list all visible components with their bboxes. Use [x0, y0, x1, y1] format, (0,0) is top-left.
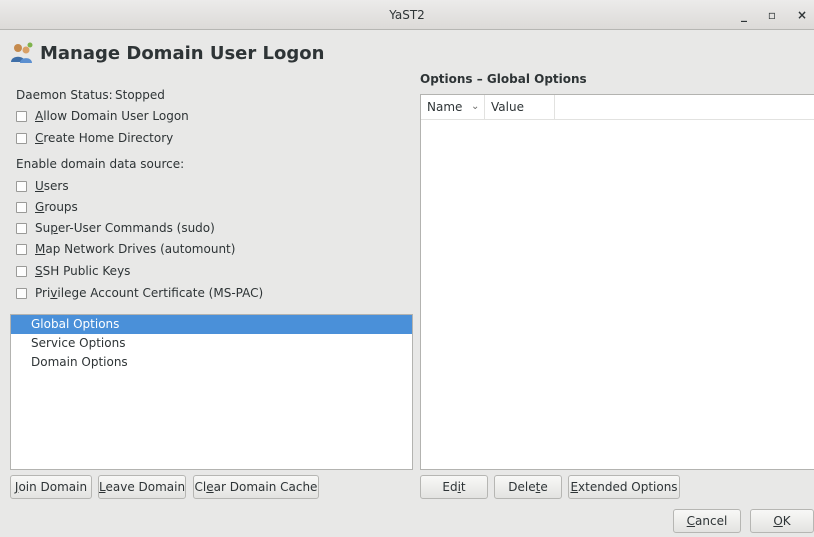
- extended-options-button[interactable]: Extended Options: [568, 475, 680, 499]
- ok-button[interactable]: OK: [750, 509, 814, 533]
- page-heading: Manage Domain User Logon: [10, 40, 324, 66]
- maximize-icon[interactable]: ▫: [763, 6, 781, 24]
- close-icon[interactable]: ×: [793, 6, 811, 24]
- checkbox-label: Groups: [35, 200, 78, 214]
- create-home-directory-checkbox[interactable]: Create Home Directory: [16, 130, 173, 146]
- checkbox-box[interactable]: [16, 132, 27, 144]
- checkbox-label: Privilege Account Certificate (MS-PAC): [35, 286, 264, 300]
- checkbox-box[interactable]: [16, 265, 27, 277]
- clear-domain-cache-button[interactable]: Clear Domain Cache: [193, 475, 319, 499]
- section-list[interactable]: Global Options Service Options Domain Op…: [10, 314, 413, 470]
- daemon-status-label: Daemon Status:: [16, 88, 113, 102]
- checkbox-label: Users: [35, 179, 69, 193]
- checkbox-box[interactable]: [16, 287, 27, 299]
- checkbox-label: SSH Public Keys: [35, 264, 131, 278]
- automount-checkbox[interactable]: Map Network Drives (automount): [16, 241, 235, 257]
- edit-button[interactable]: Edit: [420, 475, 488, 499]
- column-divider[interactable]: [554, 95, 555, 119]
- checkbox-box[interactable]: [16, 222, 27, 234]
- sudo-checkbox[interactable]: Super-User Commands (sudo): [16, 220, 215, 236]
- cancel-button[interactable]: Cancel: [673, 509, 741, 533]
- list-item-global-options[interactable]: Global Options: [11, 315, 412, 334]
- window-title: YaST2: [389, 8, 425, 22]
- minimize-icon[interactable]: _: [735, 6, 753, 24]
- daemon-status-value: Stopped: [115, 88, 165, 102]
- table-header: Name ⌄ Value: [421, 95, 814, 120]
- column-header-value[interactable]: Value: [491, 95, 524, 119]
- checkbox-box[interactable]: [16, 180, 27, 192]
- data-source-heading: Enable domain data source:: [16, 157, 185, 171]
- checkbox-label: Create Home Directory: [35, 131, 174, 145]
- window-titlebar: YaST2 _ ▫ ×: [0, 0, 814, 30]
- checkbox-label: Allow Domain User Logon: [35, 109, 189, 123]
- groups-checkbox[interactable]: Groups: [16, 199, 78, 215]
- ms-pac-checkbox[interactable]: Privilege Account Certificate (MS-PAC): [16, 285, 263, 301]
- page-title: Manage Domain User Logon: [40, 42, 325, 64]
- users-network-icon: [11, 42, 33, 63]
- checkbox-box[interactable]: [16, 201, 27, 213]
- allow-domain-user-logon-checkbox[interactable]: Allow Domain User Logon: [16, 108, 189, 124]
- checkbox-label: Super-User Commands (sudo): [35, 221, 215, 235]
- sort-chevron-down-icon[interactable]: ⌄: [471, 95, 479, 119]
- checkbox-box[interactable]: [16, 243, 27, 255]
- checkbox-label: Map Network Drives (automount): [35, 242, 236, 256]
- leave-domain-button[interactable]: Leave Domain: [98, 475, 186, 499]
- options-panel-title: Options – Global Options: [420, 72, 587, 86]
- join-domain-button[interactable]: Join Domain: [10, 475, 92, 499]
- ssh-public-keys-checkbox[interactable]: SSH Public Keys: [16, 263, 130, 279]
- delete-button[interactable]: Delete: [494, 475, 562, 499]
- checkbox-box[interactable]: [16, 110, 27, 122]
- options-table[interactable]: Name ⌄ Value: [420, 94, 814, 470]
- list-item-service-options[interactable]: Service Options: [11, 334, 412, 353]
- column-divider[interactable]: [484, 95, 485, 119]
- list-item-domain-options[interactable]: Domain Options: [11, 353, 412, 372]
- users-checkbox[interactable]: Users: [16, 178, 69, 194]
